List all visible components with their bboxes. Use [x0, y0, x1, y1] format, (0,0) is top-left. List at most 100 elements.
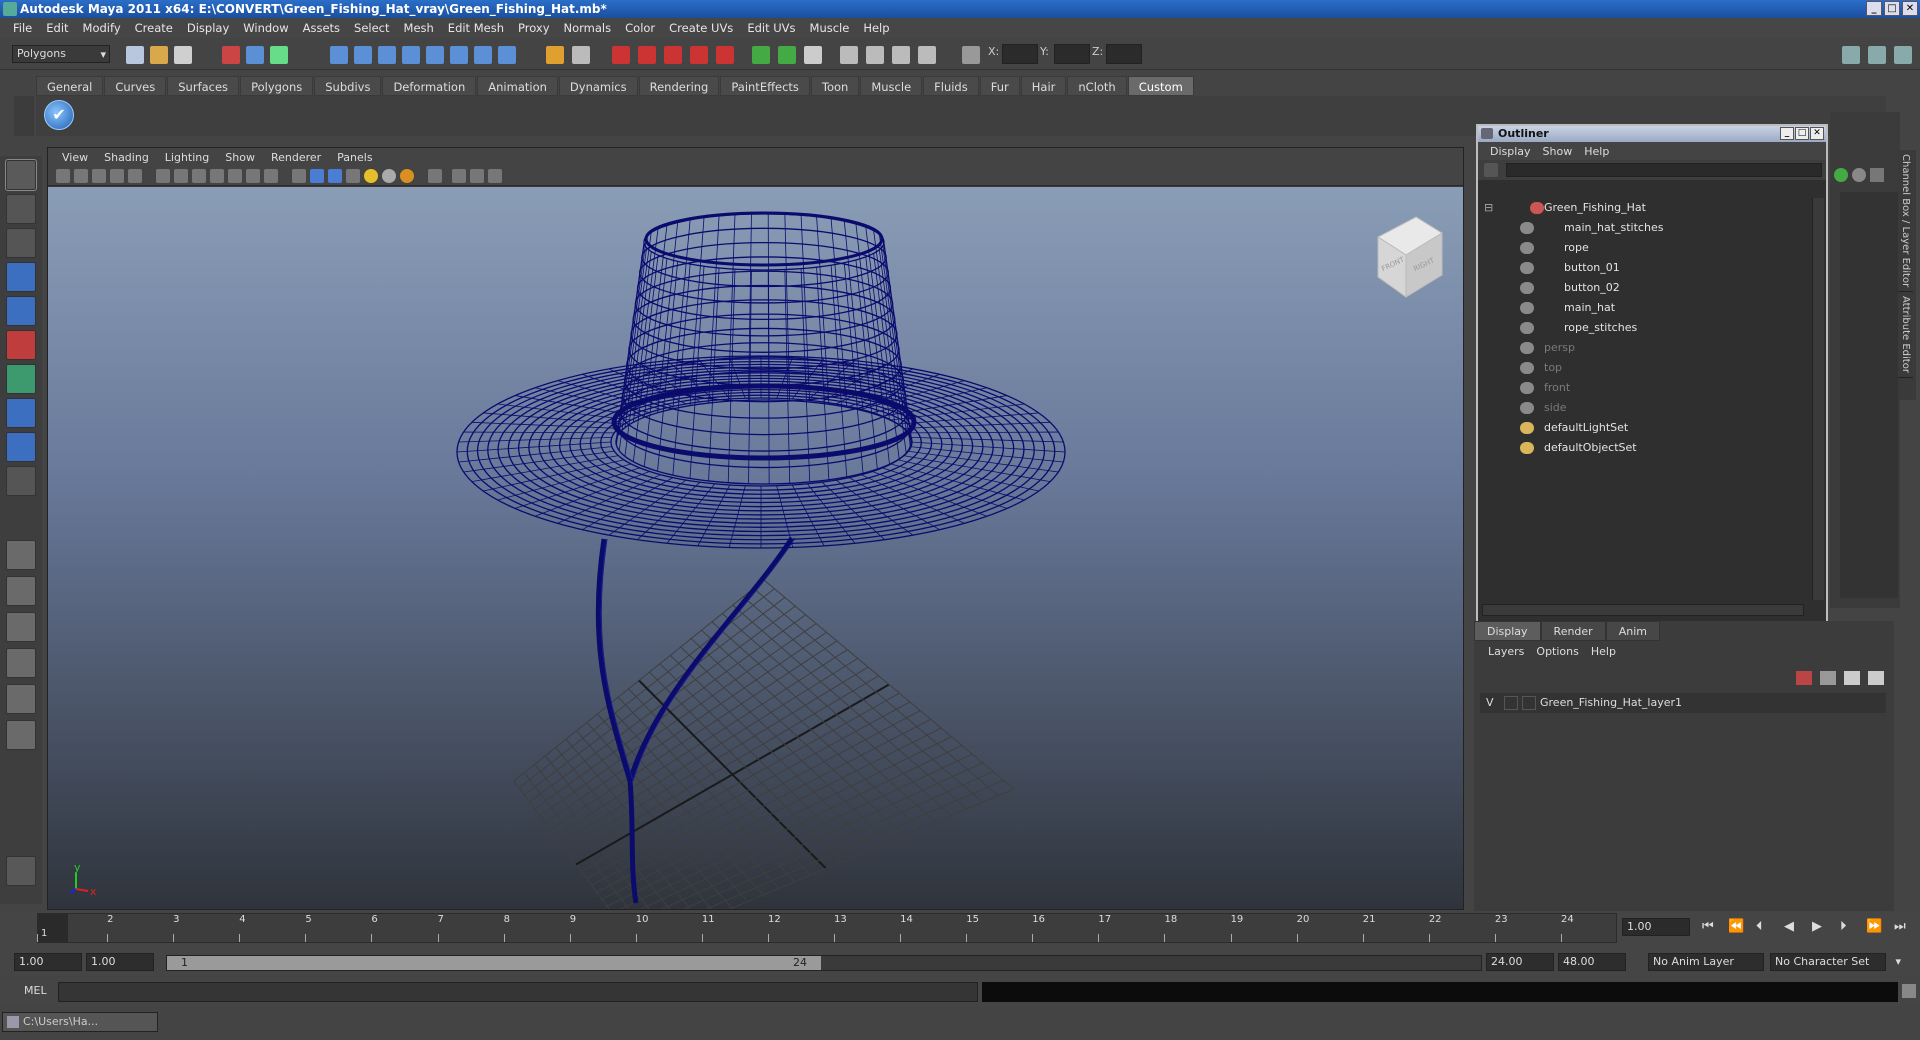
four-view-layout-icon[interactable] — [6, 576, 36, 606]
textured-icon[interactable] — [346, 169, 360, 183]
safe-action-icon[interactable] — [246, 169, 260, 183]
menu-create[interactable]: Create — [128, 21, 180, 35]
play-backward-icon[interactable]: ◀ — [1784, 919, 1794, 934]
ipr-render-icon[interactable] — [638, 46, 656, 64]
menu-color[interactable]: Color — [618, 21, 662, 35]
outliner-menu-display[interactable]: Display — [1484, 145, 1537, 158]
outliner-minimize-button[interactable]: _ — [1780, 127, 1794, 140]
menu-muscle[interactable]: Muscle — [803, 21, 857, 35]
step-forward-frame-icon[interactable]: ⏵ — [1840, 919, 1847, 934]
universal-manipulator-icon[interactable] — [6, 364, 36, 394]
render-view-icon[interactable] — [716, 46, 734, 64]
shelf-tab-painteffects[interactable]: PaintEffects — [720, 76, 810, 96]
open-scene-icon[interactable] — [150, 46, 168, 64]
menu-help[interactable]: Help — [856, 21, 896, 35]
expand-collapse-icon[interactable]: ⊟ — [1484, 198, 1493, 218]
play-forward-icon[interactable]: ▶ — [1812, 919, 1822, 934]
scene-view[interactable]: FRONT RIGHT y x — [48, 187, 1463, 949]
select-hierarchy-icon[interactable] — [222, 46, 240, 64]
camera-icon[interactable] — [572, 46, 590, 64]
select-component-icon[interactable] — [270, 46, 288, 64]
lasso-tool-icon[interactable] — [6, 194, 36, 224]
menu-window[interactable]: Window — [236, 21, 295, 35]
menu-assets[interactable]: Assets — [296, 21, 347, 35]
outliner-horizontal-scrollbar[interactable] — [1482, 604, 1804, 616]
snap-grid-icon[interactable] — [330, 46, 348, 64]
script-editor-icon[interactable] — [1902, 984, 1916, 998]
viewport-menu-renderer[interactable]: Renderer — [263, 151, 329, 164]
layer-display-type-toggle[interactable] — [1504, 696, 1518, 710]
high-quality-icon[interactable] — [488, 169, 502, 183]
xray-icon[interactable] — [452, 169, 466, 183]
paint-select-tool-icon[interactable] — [6, 228, 36, 258]
camera-attributes-icon[interactable] — [74, 169, 88, 183]
viewport-menu-panels[interactable]: Panels — [329, 151, 380, 164]
step-forward-key-icon[interactable]: ⏩ — [1866, 919, 1882, 934]
layer-color-swatch[interactable] — [1522, 696, 1536, 710]
shelf-tab-subdivs[interactable]: Subdivs — [314, 76, 382, 96]
animation-end-field[interactable]: 48.00 — [1558, 953, 1626, 971]
move-layer-down-icon[interactable] — [1820, 671, 1836, 685]
shelf-tab-fur[interactable]: Fur — [979, 76, 1020, 96]
layer-editor-icon[interactable] — [892, 46, 910, 64]
x-field[interactable] — [1002, 44, 1038, 64]
viewport-menu-shading[interactable]: Shading — [96, 151, 157, 164]
channel-box-icon[interactable] — [866, 46, 884, 64]
layer-tab-display[interactable]: Display — [1474, 621, 1541, 641]
viewport-menu-show[interactable]: Show — [217, 151, 263, 164]
layer-row[interactable]: V Green_Fishing_Hat_layer1 — [1480, 693, 1886, 713]
new-empty-layer-icon[interactable] — [1844, 671, 1860, 685]
render-current-icon[interactable] — [612, 46, 630, 64]
xray-joints-icon[interactable] — [470, 169, 484, 183]
playback-start-field[interactable]: 1.00 — [86, 953, 154, 971]
layer-menu-layers[interactable]: Layers — [1482, 645, 1530, 658]
shelf-tab-custom[interactable]: Custom — [1127, 76, 1194, 96]
menu-edit[interactable]: Edit — [39, 21, 75, 35]
shelf-tab-ncloth[interactable]: nCloth — [1067, 76, 1127, 96]
range-slider-thumb[interactable]: 1 24 — [167, 956, 821, 970]
y-field[interactable] — [1054, 44, 1090, 64]
viewport-menu-lighting[interactable]: Lighting — [157, 151, 217, 164]
rotate-tool-icon[interactable] — [6, 296, 36, 326]
animation-start-field[interactable]: 1.00 — [14, 953, 82, 971]
outliner-persp-layout-icon[interactable] — [6, 612, 36, 642]
shelf-tab-toon[interactable]: Toon — [810, 76, 860, 96]
outliner-maximize-button[interactable]: □ — [1795, 127, 1809, 140]
grid-icon[interactable] — [156, 169, 170, 183]
select-tool-icon[interactable] — [5, 159, 37, 191]
soft-modification-icon[interactable] — [6, 398, 36, 428]
render-settings-icon[interactable] — [664, 46, 682, 64]
channel-box-key-icon[interactable] — [1834, 168, 1848, 182]
lock-icon[interactable] — [546, 46, 564, 64]
shelf-tab-surfaces[interactable]: Surfaces — [167, 76, 240, 96]
shelf-tab-muscle[interactable]: Muscle — [860, 76, 923, 96]
two-d-pan-zoom-icon[interactable] — [128, 169, 142, 183]
menu-normals[interactable]: Normals — [557, 21, 619, 35]
viewport-menu-view[interactable]: View — [54, 151, 96, 164]
new-layer-from-selected-icon[interactable] — [1868, 671, 1884, 685]
persp-graph-hypergraph-layout-icon[interactable] — [6, 720, 36, 750]
menu-modify[interactable]: Modify — [76, 21, 128, 35]
show-attribute-editor-icon[interactable] — [1842, 46, 1860, 64]
channel-box-settings-icon[interactable] — [1852, 168, 1866, 182]
attribute-editor-toggle-icon[interactable] — [804, 46, 822, 64]
gate-mask-icon[interactable] — [210, 169, 224, 183]
shelf-tab-curves[interactable]: Curves — [104, 76, 167, 96]
film-gate-icon[interactable] — [174, 169, 188, 183]
step-back-frame-icon[interactable]: ⏴ — [1756, 919, 1763, 934]
layer-name[interactable]: Green_Fishing_Hat_layer1 — [1540, 693, 1682, 713]
transform-mode-icon[interactable] — [962, 46, 980, 64]
shelf-tab-fluids[interactable]: Fluids — [923, 76, 979, 96]
hypershade-persp-layout-icon[interactable] — [6, 684, 36, 714]
show-channel-box-icon[interactable] — [1894, 46, 1912, 64]
menu-file[interactable]: File — [6, 21, 39, 35]
playback-end-field[interactable]: 24.00 — [1486, 953, 1554, 971]
tool-settings-icon[interactable] — [840, 46, 858, 64]
scale-tool-icon[interactable] — [6, 330, 36, 360]
layer-menu-options[interactable]: Options — [1530, 645, 1584, 658]
snap-plane-icon[interactable] — [402, 46, 420, 64]
menu-edit-uvs[interactable]: Edit UVs — [740, 21, 802, 35]
maximize-button[interactable]: □ — [1884, 1, 1900, 16]
shelf-tab-hair[interactable]: Hair — [1020, 76, 1067, 96]
checkmark-shelf-icon[interactable]: ✔ — [44, 100, 74, 130]
